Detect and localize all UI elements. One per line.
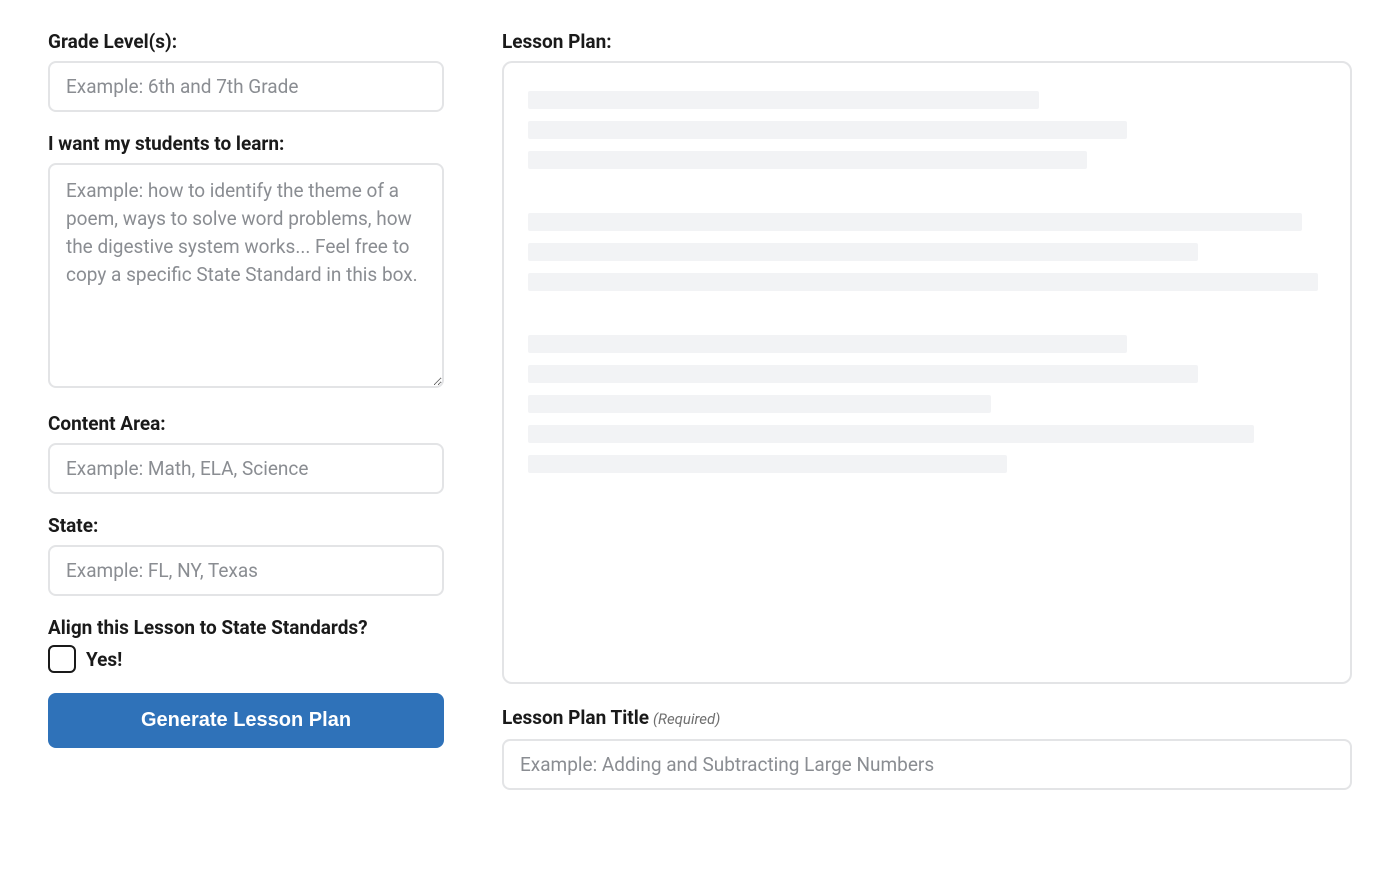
learn-textarea[interactable] bbox=[48, 163, 444, 388]
generate-lesson-plan-button[interactable]: Generate Lesson Plan bbox=[48, 693, 444, 748]
state-label: State: bbox=[48, 514, 444, 537]
content-area-input[interactable] bbox=[48, 443, 444, 494]
grade-level-input[interactable] bbox=[48, 61, 444, 112]
skeleton-line bbox=[528, 121, 1127, 139]
learn-label: I want my students to learn: bbox=[48, 132, 444, 155]
skeleton-paragraph bbox=[528, 335, 1326, 473]
align-standards-checkbox[interactable] bbox=[48, 645, 76, 673]
skeleton-line bbox=[528, 455, 1007, 473]
lesson-plan-heading: Lesson Plan: bbox=[502, 30, 1352, 53]
skeleton-line bbox=[528, 365, 1198, 383]
lesson-plan-title-input[interactable] bbox=[502, 739, 1352, 790]
skeleton-paragraph bbox=[528, 91, 1326, 169]
skeleton-line bbox=[528, 335, 1127, 353]
state-input[interactable] bbox=[48, 545, 444, 596]
skeleton-paragraph bbox=[528, 213, 1326, 291]
lesson-plan-title-hint: (Required) bbox=[653, 710, 720, 728]
align-standards-option-label: Yes! bbox=[86, 648, 122, 671]
content-area-label: Content Area: bbox=[48, 412, 444, 435]
lesson-plan-output bbox=[502, 61, 1352, 684]
skeleton-line bbox=[528, 243, 1198, 261]
skeleton-line bbox=[528, 213, 1302, 231]
skeleton-line bbox=[528, 395, 991, 413]
skeleton-line bbox=[528, 273, 1318, 291]
align-standards-label: Align this Lesson to State Standards? bbox=[48, 616, 368, 639]
skeleton-line bbox=[528, 425, 1254, 443]
grade-level-label: Grade Level(s): bbox=[48, 30, 444, 53]
skeleton-line bbox=[528, 151, 1087, 169]
skeleton-line bbox=[528, 91, 1039, 109]
lesson-plan-title-label: Lesson Plan Title bbox=[502, 706, 649, 729]
